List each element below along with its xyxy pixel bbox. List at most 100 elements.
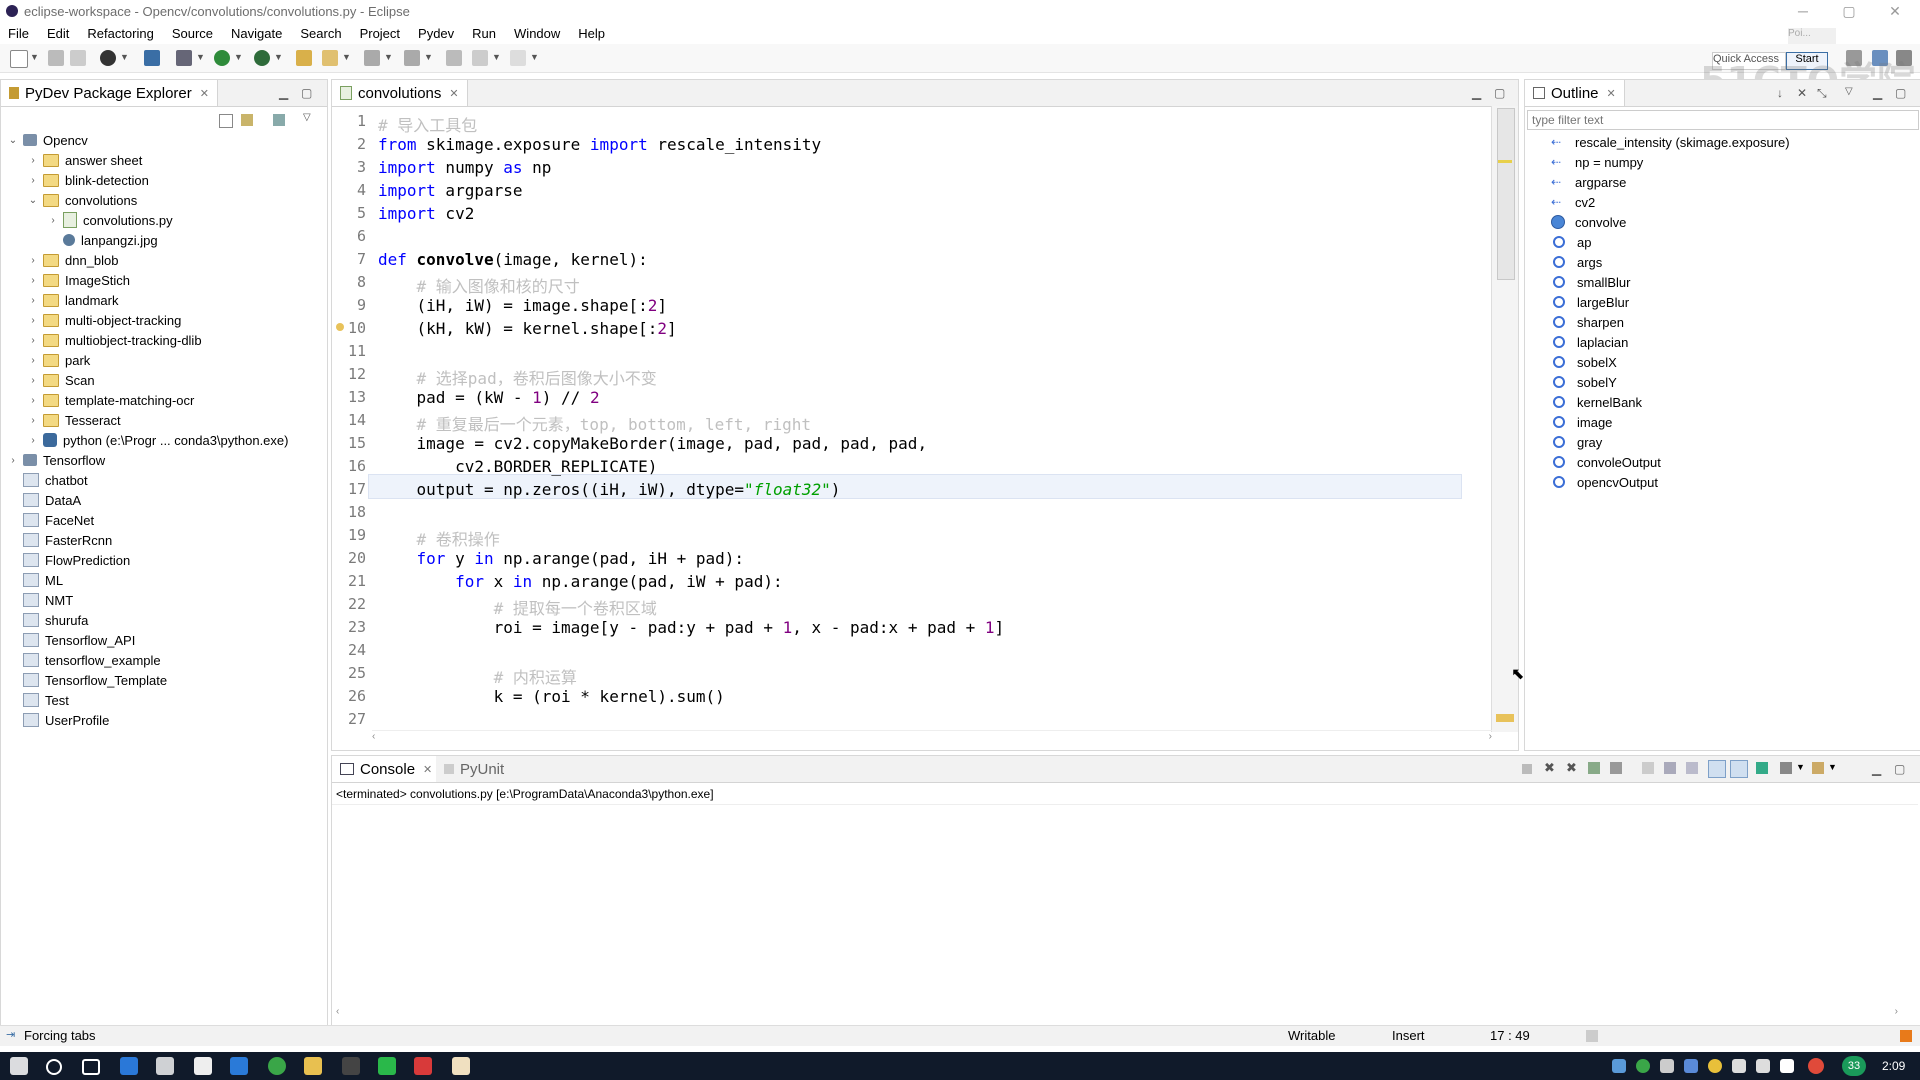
prev-annotation-dropdown-icon[interactable]: ▼ bbox=[424, 52, 433, 62]
minimize-editor-icon[interactable]: ▁ bbox=[1472, 86, 1481, 100]
outline-item-import[interactable]: ⇠ rescale_intensity (skimage.exposure) bbox=[1551, 132, 1790, 152]
forward-dropdown-icon[interactable]: ▼ bbox=[530, 52, 539, 62]
back-dropdown-icon[interactable]: ▼ bbox=[492, 52, 501, 62]
tray-badge-icon[interactable]: 33 bbox=[1842, 1056, 1866, 1076]
open-console-icon[interactable] bbox=[1812, 762, 1824, 774]
next-annotation-icon[interactable] bbox=[364, 50, 380, 66]
view-menu-icon[interactable]: ▽ bbox=[303, 112, 311, 123]
outline-item-variable[interactable]: gray bbox=[1551, 432, 1602, 452]
collapsed-arrow-icon[interactable]: › bbox=[27, 395, 39, 406]
tree-item-template-matching-ocr[interactable]: › template-matching-ocr bbox=[7, 390, 194, 410]
outline-item-variable[interactable]: sharpen bbox=[1551, 312, 1624, 332]
taskbar-clock[interactable]: 2:09 bbox=[1882, 1059, 1905, 1073]
external-tools-dropdown-icon[interactable]: ▼ bbox=[274, 52, 283, 62]
tree-item-tensorflow-template[interactable]: Tensorflow_Template bbox=[7, 670, 167, 690]
pydev-dropdown-icon[interactable]: ▼ bbox=[120, 52, 129, 62]
scroll-left-icon[interactable]: ‹ bbox=[372, 731, 375, 742]
remove-all-icon[interactable]: ✖ bbox=[1566, 760, 1577, 776]
explorer-icon[interactable] bbox=[304, 1057, 322, 1075]
menu-edit[interactable]: Edit bbox=[47, 26, 69, 41]
tree-item-flowprediction[interactable]: FlowPrediction bbox=[7, 550, 130, 570]
outline-item-variable[interactable]: largeBlur bbox=[1551, 292, 1629, 312]
tree-item-blink-detection[interactable]: › blink-detection bbox=[7, 170, 149, 190]
store-icon[interactable] bbox=[156, 1057, 174, 1075]
forward-icon[interactable] bbox=[510, 50, 526, 66]
menu-file[interactable]: File bbox=[8, 26, 29, 41]
tab-pyunit[interactable]: PyUnit bbox=[436, 756, 513, 782]
tree-item-tesseract[interactable]: › Tesseract bbox=[7, 410, 120, 430]
run-icon[interactable] bbox=[214, 50, 230, 66]
filter-icon[interactable] bbox=[273, 114, 285, 126]
tray-chrome-icon[interactable] bbox=[1636, 1059, 1650, 1073]
tree-item-multi-object-tracking[interactable]: › multi-object-tracking bbox=[7, 310, 181, 330]
collapsed-arrow-icon[interactable]: › bbox=[27, 355, 39, 366]
outline-item-variable[interactable]: args bbox=[1551, 252, 1602, 272]
pin-console-icon[interactable] bbox=[1756, 762, 1768, 774]
tray-network-icon[interactable] bbox=[1612, 1059, 1626, 1073]
link-editor-icon[interactable] bbox=[241, 114, 253, 126]
debug-icon[interactable] bbox=[176, 50, 192, 66]
close-tab-icon[interactable]: ✕ bbox=[423, 763, 432, 776]
editor-horizontal-scrollbar[interactable]: ‹ › bbox=[372, 730, 1492, 747]
search-icon[interactable] bbox=[322, 50, 338, 66]
console-horizontal-scrollbar[interactable]: ‹ › bbox=[332, 1006, 1918, 1022]
terminate-icon[interactable] bbox=[1522, 764, 1532, 774]
view-menu-icon[interactable]: ▽ bbox=[1845, 86, 1853, 97]
display-console-icon[interactable] bbox=[1780, 762, 1792, 774]
collapsed-arrow-icon[interactable]: › bbox=[27, 155, 39, 166]
tray-shield-icon[interactable] bbox=[1684, 1059, 1698, 1073]
collapsed-arrow-icon[interactable]: › bbox=[27, 415, 39, 426]
menu-source[interactable]: Source bbox=[172, 26, 213, 41]
tray-wifi-icon[interactable] bbox=[1732, 1059, 1746, 1073]
tray-recorder-icon[interactable] bbox=[1808, 1058, 1824, 1074]
new-dropdown-icon[interactable]: ▼ bbox=[30, 52, 39, 62]
heap-status-icon[interactable] bbox=[1586, 1030, 1598, 1042]
clear-console-icon[interactable] bbox=[1642, 762, 1654, 774]
tab-convolutions[interactable]: convolutions ✕ bbox=[332, 80, 468, 106]
close-tab-icon[interactable]: ✕ bbox=[1607, 87, 1616, 100]
outline-item-variable[interactable]: image bbox=[1551, 412, 1612, 432]
tree-item-chatbot[interactable]: chatbot bbox=[7, 470, 88, 490]
tab-console[interactable]: Console ✕ bbox=[332, 756, 442, 782]
tree-item-userprofile[interactable]: UserProfile bbox=[7, 710, 109, 730]
minimize-view-icon[interactable]: ▁ bbox=[279, 86, 288, 100]
code-area[interactable]: 1 2 3 4 5 6 7 8 9 10 11 12 13 14 15 16 1… bbox=[332, 110, 1492, 738]
menu-run[interactable]: Run bbox=[472, 26, 496, 41]
tree-item-imagestich[interactable]: › ImageStich bbox=[7, 270, 130, 290]
open-console-dropdown-icon[interactable]: ▼ bbox=[1828, 762, 1837, 772]
menu-navigate[interactable]: Navigate bbox=[231, 26, 282, 41]
menu-window[interactable]: Window bbox=[514, 26, 560, 41]
menu-search[interactable]: Search bbox=[300, 26, 341, 41]
open-type-icon[interactable] bbox=[296, 50, 312, 66]
pycharm-icon[interactable] bbox=[378, 1057, 396, 1075]
tree-item-opencv[interactable]: ⌄ Opencv bbox=[7, 130, 88, 150]
tray-ime-icon[interactable] bbox=[1780, 1059, 1794, 1073]
maximize-button[interactable]: ▢ bbox=[1826, 0, 1872, 22]
close-tab-icon[interactable]: ✕ bbox=[449, 87, 458, 100]
tray-app-icon[interactable] bbox=[1708, 1059, 1722, 1073]
outline-item-function[interactable]: convolve bbox=[1551, 212, 1626, 232]
tree-item-test[interactable]: Test bbox=[7, 690, 69, 710]
external-tools-icon[interactable] bbox=[254, 50, 270, 66]
save-icon[interactable] bbox=[48, 50, 64, 66]
next-annotation-dropdown-icon[interactable]: ▼ bbox=[384, 52, 393, 62]
edge-icon[interactable] bbox=[120, 1057, 138, 1075]
collapsed-arrow-icon[interactable]: › bbox=[27, 375, 39, 386]
scroll-left-icon[interactable]: ‹ bbox=[336, 1006, 339, 1017]
tab-package-explorer[interactable]: PyDev Package Explorer ✕ bbox=[1, 80, 218, 106]
tree-item-fasterrcnn[interactable]: FasterRcnn bbox=[7, 530, 112, 550]
notification-icon[interactable] bbox=[1900, 1030, 1912, 1042]
windows-start-icon[interactable] bbox=[10, 1057, 28, 1075]
tree-item-shurufa[interactable]: shurufa bbox=[7, 610, 88, 630]
outline-item-import[interactable]: ⇠ cv2 bbox=[1551, 192, 1595, 212]
minimize-button[interactable]: ─ bbox=[1780, 0, 1826, 22]
search-icon[interactable] bbox=[46, 1059, 62, 1075]
outline-item-variable[interactable]: kernelBank bbox=[1551, 392, 1642, 412]
expanded-arrow-icon[interactable]: ⌄ bbox=[7, 135, 19, 146]
recorder-icon[interactable] bbox=[414, 1057, 432, 1075]
tree-item-tensorflow-api[interactable]: Tensorflow_API bbox=[7, 630, 135, 650]
search-dropdown-icon[interactable]: ▼ bbox=[342, 52, 351, 62]
outline-item-variable[interactable]: opencvOutput bbox=[1551, 472, 1658, 492]
collapsed-arrow-icon[interactable]: › bbox=[27, 335, 39, 346]
perspective-icon[interactable] bbox=[144, 50, 160, 66]
